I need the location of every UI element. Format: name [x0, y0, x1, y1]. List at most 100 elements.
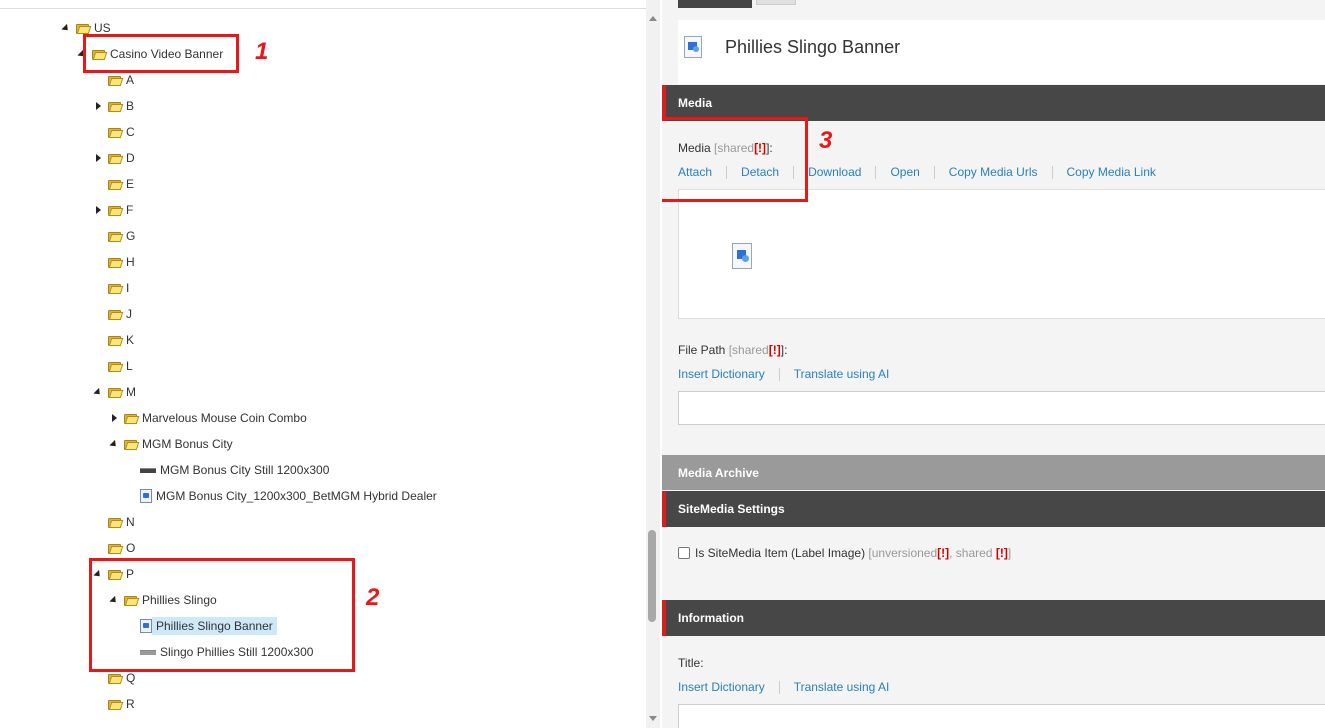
tree-node-label[interactable]: R [126, 697, 135, 711]
tree-node[interactable]: Marvelous Mouse Coin Combo [108, 408, 307, 428]
tree-node-label[interactable]: N [126, 515, 135, 529]
tree-node[interactable]: L [92, 356, 133, 376]
tree-node-label[interactable]: MGM Bonus City Still 1200x300 [160, 463, 329, 477]
tree-node-label[interactable]: J [126, 307, 132, 321]
tree-node[interactable]: Phillies Slingo [108, 590, 217, 610]
title-field-label: Title: [678, 656, 704, 670]
tree-node[interactable]: M [92, 382, 136, 402]
tree-node[interactable]: Phillies Slingo Banner [124, 616, 277, 636]
folder-icon [108, 257, 124, 268]
collapse-arrow-icon[interactable] [108, 438, 120, 450]
sitemedia-shared-excl[interactable]: [!] [996, 546, 1008, 560]
tree-node[interactable]: Q [92, 668, 135, 688]
tree-node-label[interactable]: MGM Bonus City_1200x300_BetMGM Hybrid De… [156, 489, 437, 503]
tree-node[interactable]: US [60, 18, 111, 38]
tree-node-label[interactable]: F [126, 203, 133, 217]
tree-node[interactable]: MGM Bonus City Still 1200x300 [124, 460, 329, 480]
media-download-link[interactable]: Download [808, 165, 861, 179]
tree-node-label[interactable]: A [126, 73, 134, 87]
tree-node-label[interactable]: Slingo Phillies Still 1200x300 [160, 645, 313, 659]
tree-node[interactable]: C [92, 122, 135, 142]
tree-node[interactable]: O [92, 538, 135, 558]
tree-node[interactable]: H [92, 252, 135, 272]
editor-tab-inactive[interactable] [756, 0, 796, 5]
expand-arrow-icon[interactable] [92, 204, 104, 216]
folder-icon [108, 335, 124, 346]
tree-node[interactable]: Slingo Phillies Still 1200x300 [124, 642, 313, 662]
tree-scrollbar[interactable] [646, 0, 660, 728]
tree-node-label[interactable]: Marvelous Mouse Coin Combo [142, 411, 307, 425]
media-shared-excl[interactable]: [!] [754, 141, 766, 155]
filepath-insert-dictionary-link[interactable]: Insert Dictionary [678, 367, 765, 381]
tree-node-label[interactable]: US [94, 21, 111, 35]
tree-node-label[interactable]: H [126, 255, 135, 269]
collapse-arrow-icon[interactable] [92, 568, 104, 580]
tree-node[interactable]: N [92, 512, 135, 532]
media-copy-media-link-link[interactable]: Copy Media Link [1067, 165, 1156, 179]
tree-node[interactable]: F [92, 200, 133, 220]
tree-node-label[interactable]: I [126, 281, 129, 295]
tree-node[interactable]: MGM Bonus City [108, 434, 233, 454]
editor-tab-active[interactable] [678, 0, 752, 8]
tree-node[interactable]: D [92, 148, 135, 168]
tree-node-label[interactable]: D [126, 151, 135, 165]
section-sitemedia-settings[interactable]: SiteMedia Settings [662, 491, 1325, 527]
sitemedia-checkbox[interactable] [678, 547, 690, 559]
media-open-link[interactable]: Open [890, 165, 919, 179]
tree-node-label[interactable]: O [126, 541, 135, 555]
tree-node-label[interactable]: Phillies Slingo Banner [152, 617, 277, 635]
tree-node-label[interactable]: Phillies Slingo [142, 593, 217, 607]
tree-node[interactable]: R [92, 694, 135, 714]
media-copy-media-urls-link[interactable]: Copy Media Urls [949, 165, 1038, 179]
tree-node-label[interactable]: MGM Bonus City [142, 437, 233, 451]
collapse-arrow-icon[interactable] [108, 594, 120, 606]
collapse-arrow-icon[interactable] [60, 22, 72, 34]
tree-node[interactable]: E [92, 174, 134, 194]
tree-node[interactable]: P [92, 564, 134, 584]
collapse-arrow-icon[interactable] [76, 48, 88, 60]
expand-arrow-icon[interactable] [92, 100, 104, 112]
expand-arrow-icon[interactable] [108, 412, 120, 424]
tree-node[interactable]: Casino Video Banner [76, 44, 223, 64]
tree-node-label[interactable]: K [126, 333, 134, 347]
folder-icon [108, 361, 124, 372]
tree-node-label[interactable]: E [126, 177, 134, 191]
filepath-input[interactable] [678, 391, 1325, 425]
tree-node-label[interactable]: Casino Video Banner [110, 47, 223, 61]
tree-node[interactable]: MGM Bonus City_1200x300_BetMGM Hybrid De… [124, 486, 437, 506]
tree-node-label[interactable]: B [126, 99, 134, 113]
title-input[interactable] [678, 704, 1325, 728]
section-media[interactable]: Media [662, 85, 1325, 121]
filepath-shared-excl[interactable]: [!] [769, 343, 781, 357]
tree-node-label[interactable]: G [126, 229, 135, 243]
title-insert-dictionary-link[interactable]: Insert Dictionary [678, 680, 765, 694]
expand-arrow-icon[interactable] [92, 152, 104, 164]
tree-node[interactable]: B [92, 96, 134, 116]
scroll-up-arrow-icon[interactable] [649, 16, 657, 21]
media-preview-box[interactable] [678, 189, 1325, 319]
sitemedia-unversioned-excl[interactable]: [!] [937, 546, 949, 560]
sitemedia-checkbox-label[interactable]: Is SiteMedia Item (Label Image) [695, 546, 865, 560]
tree-node-label[interactable]: C [126, 125, 135, 139]
tree-node-label[interactable]: M [126, 385, 136, 399]
image-thumbnail-icon [140, 467, 156, 473]
section-information[interactable]: Information [662, 600, 1325, 636]
tree-node[interactable]: G [92, 226, 135, 246]
scroll-down-arrow-icon[interactable] [649, 716, 657, 721]
tree-node[interactable]: J [92, 304, 132, 324]
filepath-translate-using-ai-link[interactable]: Translate using AI [794, 367, 890, 381]
media-detach-link[interactable]: Detach [741, 165, 779, 179]
title-translate-using-ai-link[interactable]: Translate using AI [794, 680, 890, 694]
tree-node[interactable]: A [92, 70, 134, 90]
collapse-arrow-icon[interactable] [92, 386, 104, 398]
scrollbar-thumb[interactable] [648, 530, 656, 622]
section-media-archive[interactable]: Media Archive [662, 455, 1325, 490]
tree-node-label[interactable]: P [126, 567, 134, 581]
tree-node[interactable]: K [92, 330, 134, 350]
tree-node-label[interactable]: L [126, 359, 133, 373]
media-attach-link[interactable]: Attach [678, 165, 712, 179]
tree-node[interactable]: I [92, 278, 129, 298]
tree-node-label[interactable]: Q [126, 671, 135, 685]
